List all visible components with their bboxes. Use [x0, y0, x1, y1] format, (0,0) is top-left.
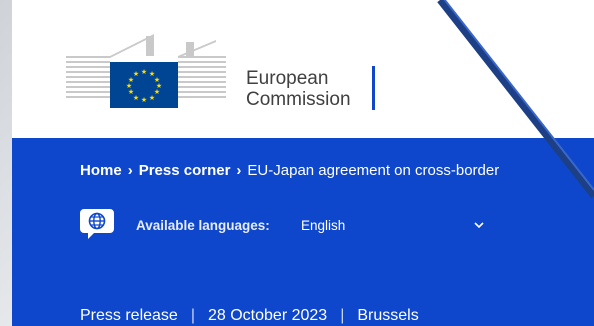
location: Brussels [357, 307, 419, 324]
language-selector[interactable]: Available languages: English [80, 209, 500, 239]
breadcrumb-home[interactable]: Home [80, 162, 122, 179]
breadcrumb-current: EU-Japan agreement on cross-border [247, 162, 500, 179]
logo-text-line1: European [246, 68, 329, 89]
logo-divider [372, 66, 375, 110]
svg-text:★: ★ [141, 96, 147, 104]
breadcrumb-press-corner[interactable]: Press corner [139, 162, 231, 179]
meta-divider: | [190, 307, 195, 324]
breadcrumb: Home › Press corner › EU-Japan agreement on … [80, 162, 594, 179]
svg-text:★: ★ [141, 68, 147, 76]
language-selected-value[interactable]: English [301, 218, 345, 233]
chevron-down-icon[interactable] [472, 218, 486, 232]
document-type: Press release [80, 307, 178, 324]
publication-date: 28 October 2023 [207, 307, 328, 324]
chevron-right-icon: › [127, 162, 133, 179]
chevron-right-icon: › [236, 162, 242, 179]
press-release-meta: Press release | 28 October 2023 | Brussels [80, 307, 419, 325]
logo-text-line2: Commission [246, 89, 351, 110]
globe-speech-icon [80, 209, 114, 239]
meta-divider: | [340, 307, 345, 324]
european-commission-logo[interactable]: ★ ★ ★ ★ ★ ★ ★ ★ ★ ★ ★ ★ [66, 34, 246, 114]
svg-text:★: ★ [149, 94, 155, 102]
languages-label: Available languages: [136, 218, 270, 233]
svg-text:★: ★ [133, 70, 139, 78]
logo-wordmark[interactable]: European Commission [246, 68, 351, 110]
